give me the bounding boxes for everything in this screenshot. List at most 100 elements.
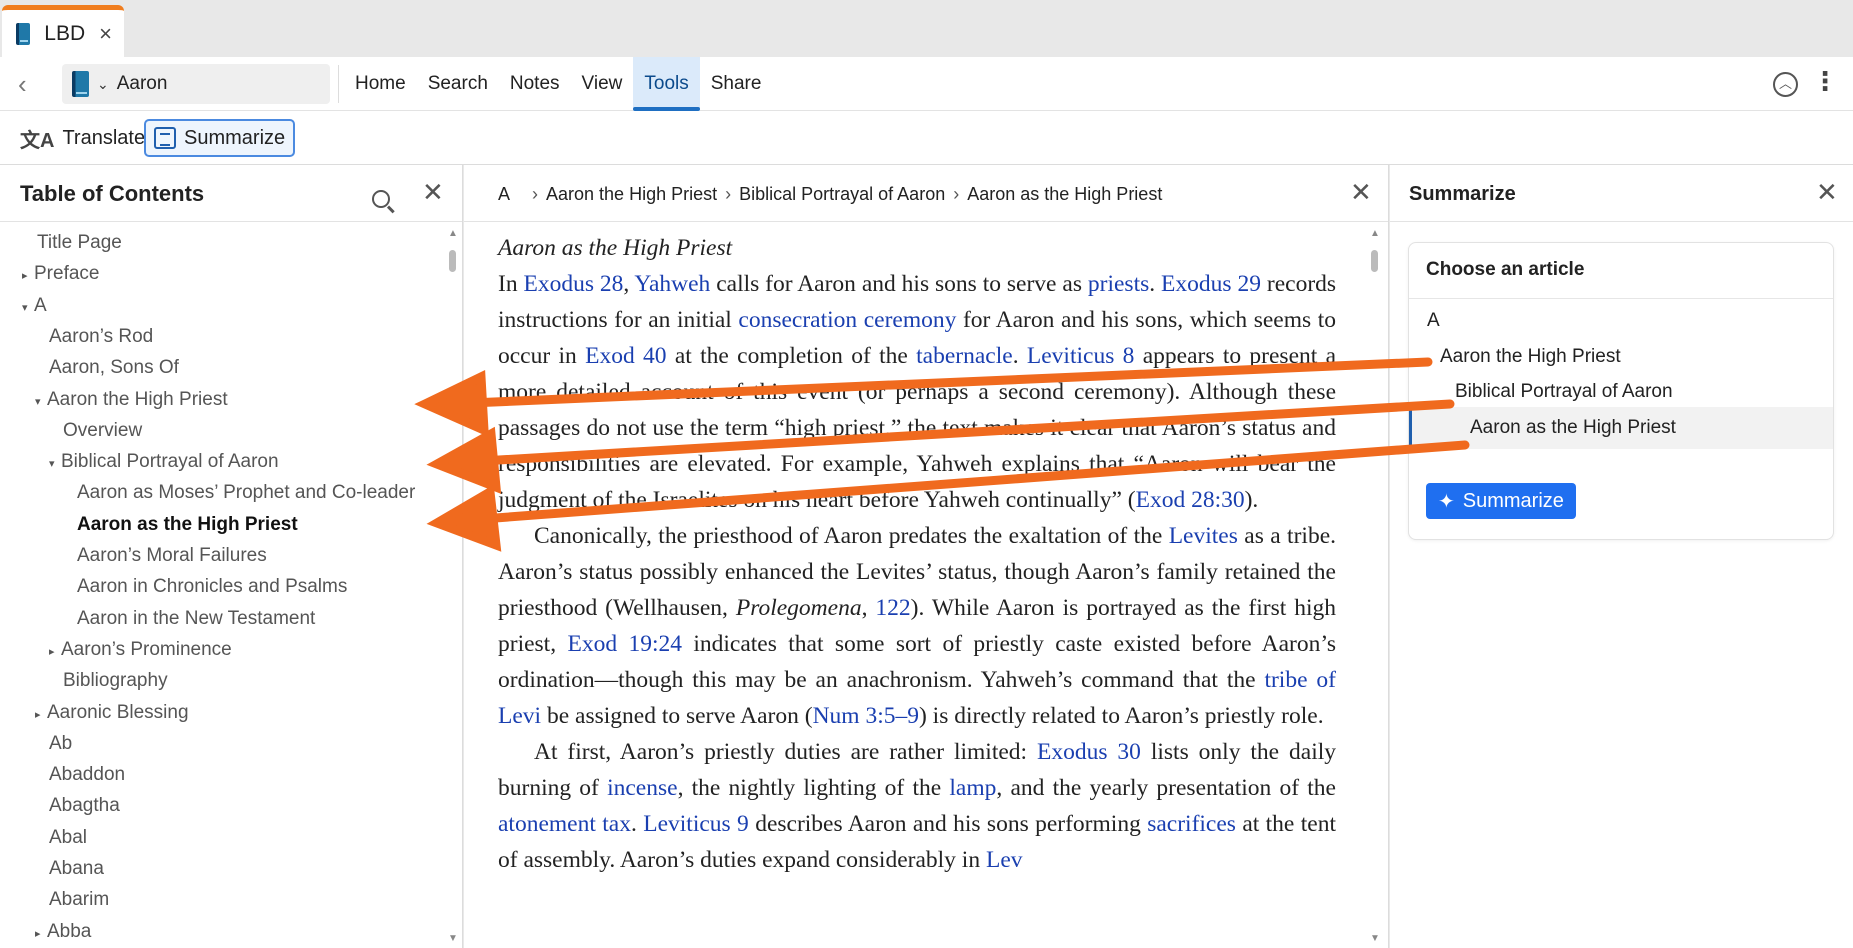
- reference-link[interactable]: Yahweh: [634, 271, 710, 297]
- toc-item[interactable]: Aaron’s Moral Failures: [77, 545, 267, 567]
- menu-tools[interactable]: Tools: [633, 57, 701, 111]
- caret-right-icon[interactable]: ▸: [49, 645, 61, 658]
- caret-down-icon[interactable]: ▾: [49, 457, 61, 470]
- translate-button[interactable]: 文A Translate: [14, 119, 151, 157]
- toc-item[interactable]: Ab: [49, 733, 72, 755]
- reference-link[interactable]: atonement tax: [498, 811, 631, 837]
- toc-item[interactable]: Abaddon: [49, 764, 125, 786]
- expand-side-icon[interactable]: ›: [0, 903, 6, 923]
- toc-item[interactable]: ▸ Preface: [22, 263, 99, 285]
- toc-header: Table of Contents ✕: [0, 165, 462, 222]
- toc-scrollbar[interactable]: ▲ ▼: [447, 228, 459, 944]
- toc-item[interactable]: Aaron in Chronicles and Psalms: [77, 576, 347, 598]
- reference-link[interactable]: Exod 19:24: [567, 631, 682, 657]
- toc-item[interactable]: ▾ A: [22, 295, 47, 317]
- toc-item[interactable]: ▾ Aaron the High Priest: [35, 389, 228, 411]
- close-summarize-icon[interactable]: ✕: [1816, 177, 1838, 208]
- reference-link[interactable]: Num 3:5–9: [813, 703, 919, 729]
- reference-link[interactable]: Exod 28:30: [1136, 487, 1245, 513]
- toc-item[interactable]: Aaron as the High Priest: [77, 514, 298, 536]
- reference-link[interactable]: Exodus 28: [524, 271, 624, 297]
- toc-item[interactable]: Abagtha: [49, 795, 120, 817]
- reference-link[interactable]: lamp: [949, 775, 996, 801]
- toc-item-label: Abba: [47, 920, 92, 942]
- reference-link[interactable]: priests: [1088, 271, 1149, 297]
- toc-list: Title Page ▸ Preface ▾ A Aaron’s Rod Aaron, So…: [0, 222, 446, 948]
- article-body: Aaron as the High Priest In Exodus 28, Y…: [498, 230, 1336, 878]
- reference-link[interactable]: incense: [607, 775, 677, 801]
- text-run: be assigned to serve Aaron (: [541, 703, 813, 729]
- menu-view[interactable]: View: [571, 57, 634, 111]
- breadcrumb-item[interactable]: Aaron the High Priest: [546, 184, 717, 205]
- reference-link[interactable]: Exod 40: [585, 343, 666, 369]
- toc-item[interactable]: Overview: [63, 420, 142, 442]
- breadcrumb-item[interactable]: Aaron as the High Priest: [967, 184, 1162, 205]
- toc-item[interactable]: ▾ Biblical Portrayal of Aaron: [49, 451, 279, 473]
- app-window: LBD × ‹ ⌄ Aaron Home Search Notes View Tools…: [0, 0, 1853, 948]
- toc-item[interactable]: ▸ Aaronic Blessing: [35, 702, 189, 724]
- resource-reference[interactable]: Aaron: [117, 73, 168, 95]
- reference-link[interactable]: Levites: [1169, 523, 1238, 549]
- toc-item-label: Aaron as Moses’ Prophet and Co-leader: [77, 482, 416, 504]
- reference-link[interactable]: tabernacle: [916, 343, 1013, 369]
- menu-home[interactable]: Home: [344, 57, 417, 111]
- search-icon[interactable]: [372, 184, 390, 215]
- text-run: Canonically, the priesthood of Aaron pre…: [534, 523, 1169, 549]
- caret-right-icon[interactable]: ▸: [35, 708, 47, 721]
- caret-right-icon[interactable]: ▸: [22, 269, 34, 282]
- close-article-icon[interactable]: ✕: [1350, 177, 1372, 208]
- reference-link[interactable]: Exodus 29: [1161, 271, 1261, 297]
- close-tab-icon[interactable]: ×: [99, 21, 112, 47]
- toc-item[interactable]: Bibliography: [63, 670, 168, 692]
- reference-link[interactable]: consecration ceremony: [738, 307, 956, 333]
- article-scrollbar[interactable]: ▲ ▼: [1369, 228, 1381, 944]
- toc-item[interactable]: Abal: [49, 827, 87, 849]
- reference-link[interactable]: Leviticus 8: [1027, 343, 1135, 369]
- toc-item[interactable]: Abana: [49, 858, 104, 880]
- collapse-up-icon[interactable]: ︿: [1773, 72, 1798, 97]
- toc-item-label: Title Page: [37, 232, 122, 253]
- tab-title: LBD: [44, 21, 86, 45]
- text-run: calls for Aaron and his sons to serve as: [710, 271, 1088, 297]
- toc-item[interactable]: Title Page: [37, 232, 122, 254]
- tab-lbd[interactable]: LBD ×: [2, 5, 124, 57]
- reference-link[interactable]: 122: [875, 595, 910, 621]
- breadcrumb-item[interactable]: Biblical Portrayal of Aaron: [739, 184, 945, 205]
- toc-item[interactable]: Aaron as Moses’ Prophet and Co-leader: [77, 482, 415, 504]
- resource-selector[interactable]: ⌄ Aaron: [62, 64, 330, 104]
- toc-item[interactable]: Aaron’s Rod: [49, 326, 153, 348]
- summarize-button[interactable]: ✦ Summarize: [1426, 483, 1576, 519]
- toc-item[interactable]: ▸ Aaron’s Prominence: [49, 639, 232, 661]
- breadcrumb-item[interactable]: A: [498, 184, 510, 205]
- toc-item[interactable]: Aaron, Sons Of: [49, 357, 179, 379]
- reference-link[interactable]: Exodus 30: [1037, 739, 1141, 765]
- article-paragraph: At first, Aaron’s priestly duties are ra…: [498, 734, 1336, 878]
- reference-link[interactable]: sacrifices: [1147, 811, 1236, 837]
- menu-notes[interactable]: Notes: [499, 57, 571, 111]
- caret-down-icon[interactable]: ▾: [35, 395, 47, 408]
- translate-icon: 文A: [20, 129, 55, 152]
- close-toc-icon[interactable]: ✕: [422, 177, 444, 208]
- reference-link[interactable]: Leviticus 9: [643, 811, 749, 837]
- summarize-tool-button[interactable]: Summarize: [144, 119, 296, 157]
- toc-item-label: Bibliography: [63, 670, 168, 692]
- article-option[interactable]: Aaron as the High Priest: [1409, 406, 1833, 449]
- caret-right-icon[interactable]: ▸: [35, 927, 47, 940]
- toc-item-label: Aaron the High Priest: [47, 388, 228, 410]
- more-options-icon[interactable]: ⋮: [1812, 66, 1838, 97]
- caret-down-icon[interactable]: ▾: [22, 301, 34, 314]
- menu-search[interactable]: Search: [417, 57, 499, 111]
- toc-item-label: Aaron’s Moral Failures: [77, 545, 267, 566]
- toc-item[interactable]: Aaron in the New Testament: [77, 608, 315, 630]
- reference-link[interactable]: Lev: [986, 847, 1023, 873]
- chevron-down-icon[interactable]: ⌄: [97, 76, 109, 93]
- toc-item-label: Aaron, Sons Of: [49, 357, 179, 379]
- toc-item[interactable]: Abarim: [49, 889, 109, 911]
- translate-label: Translate: [62, 126, 146, 149]
- text-run: , the nightly lighting of the: [677, 775, 950, 801]
- card-title: Choose an article: [1409, 243, 1833, 299]
- menu-share[interactable]: Share: [700, 57, 773, 111]
- nav-bar: ‹ ⌄ Aaron Home Search Notes View Tools Share …: [0, 57, 1853, 111]
- toc-item[interactable]: ▸ Abba: [35, 921, 91, 943]
- back-icon[interactable]: ‹: [18, 69, 27, 100]
